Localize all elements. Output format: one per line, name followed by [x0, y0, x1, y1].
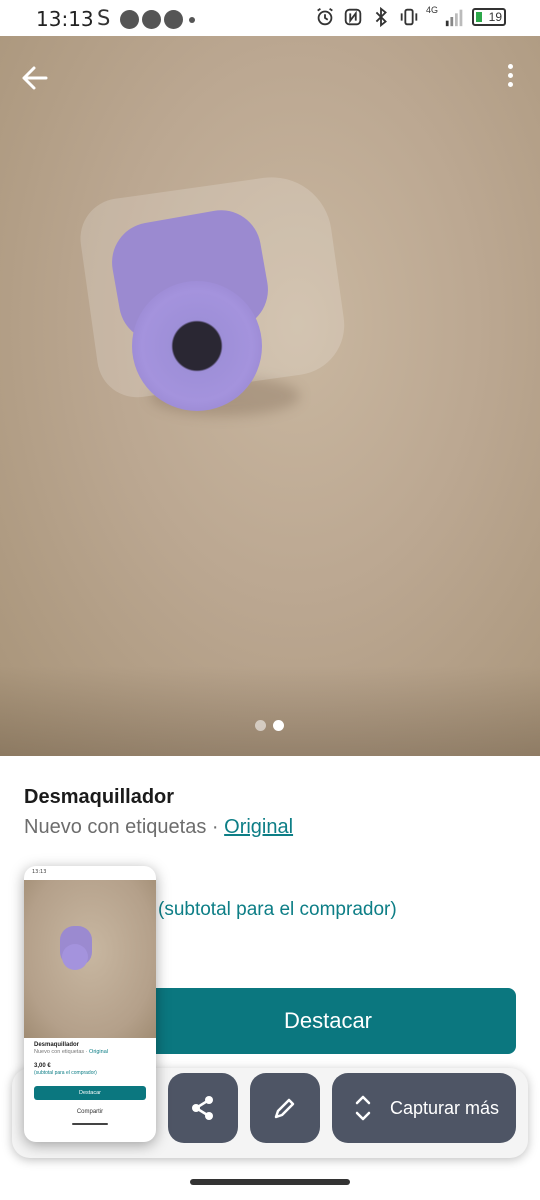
- thumb-status-time: 13:13: [32, 869, 47, 875]
- thumb-feature-button: Destacar: [34, 1086, 146, 1100]
- bluetooth-icon: [375, 6, 387, 28]
- thumb-photo: [24, 880, 156, 1038]
- back-arrow-icon[interactable]: [16, 60, 52, 96]
- status-icons: 4G 19: [314, 5, 506, 28]
- battery-fill: [476, 12, 482, 22]
- notification-s-icon: S: [97, 6, 111, 30]
- share-button[interactable]: [168, 1073, 238, 1143]
- nfc-icon: [344, 8, 362, 26]
- thumb-nav-bar: [72, 1123, 108, 1125]
- edit-button[interactable]: [250, 1073, 320, 1143]
- notification-dot-icon: [120, 10, 139, 29]
- battery-icon: 19: [472, 8, 506, 26]
- subtotal-note: (subtotal para el comprador): [158, 899, 397, 920]
- vibrate-icon: [400, 8, 418, 26]
- status-bar: 13:13 S 4G 19: [0, 0, 540, 36]
- more-options-icon[interactable]: [504, 60, 516, 96]
- brand-link[interactable]: Original: [224, 816, 293, 838]
- network-type: 4G: [425, 5, 438, 15]
- thumb-brand: Original: [89, 1049, 108, 1055]
- thumb-price: 3,00 €: [34, 1063, 51, 1069]
- more-notifications-icon: [189, 16, 195, 23]
- pager-dot[interactable]: [255, 720, 266, 731]
- product-photo[interactable]: [0, 36, 540, 756]
- alarm-icon: [317, 7, 333, 26]
- screenshot-thumbnail[interactable]: 13:13 Desmaquillador Nuevo con etiquetas…: [24, 866, 156, 1142]
- capture-more-label: Capturar más: [390, 1097, 500, 1118]
- thumb-subtitle: Nuevo con etiquetas · Original: [34, 1049, 108, 1055]
- thumb-title: Desmaquillador: [34, 1042, 80, 1048]
- feature-button[interactable]: Destacar: [140, 988, 516, 1054]
- notification-dot-icon: [164, 10, 183, 29]
- pencil-icon: [274, 1098, 295, 1119]
- listing-title: Desmaquillador: [24, 786, 175, 808]
- listing-subtitle: Nuevo con etiquetas · Original: [24, 816, 293, 839]
- thumb-subtotal: (subtotal para el comprador): [34, 1070, 97, 1076]
- subtitle-separator: ·: [211, 816, 219, 838]
- image-pager: [255, 720, 284, 731]
- battery-level: 19: [488, 10, 502, 24]
- pager-dot-active[interactable]: [273, 720, 284, 731]
- gesture-nav-bar[interactable]: [190, 1179, 350, 1185]
- expand-vertical-icon: [355, 1095, 371, 1121]
- signal-icon: [445, 9, 463, 27]
- listing-condition: Nuevo con etiquetas: [24, 816, 207, 838]
- thumb-share: Compartir: [76, 1109, 104, 1115]
- share-icon: [192, 1096, 213, 1120]
- status-time: 13:13: [36, 7, 94, 31]
- notification-dot-icon: [142, 10, 161, 29]
- thumb-item-face: [62, 944, 88, 970]
- photo-item-face: [132, 281, 262, 411]
- photo-shade: [0, 666, 540, 756]
- capture-more-button[interactable]: Capturar más: [332, 1073, 516, 1143]
- notification-dots: [120, 10, 195, 29]
- thumb-condition: Nuevo con etiquetas: [34, 1049, 85, 1055]
